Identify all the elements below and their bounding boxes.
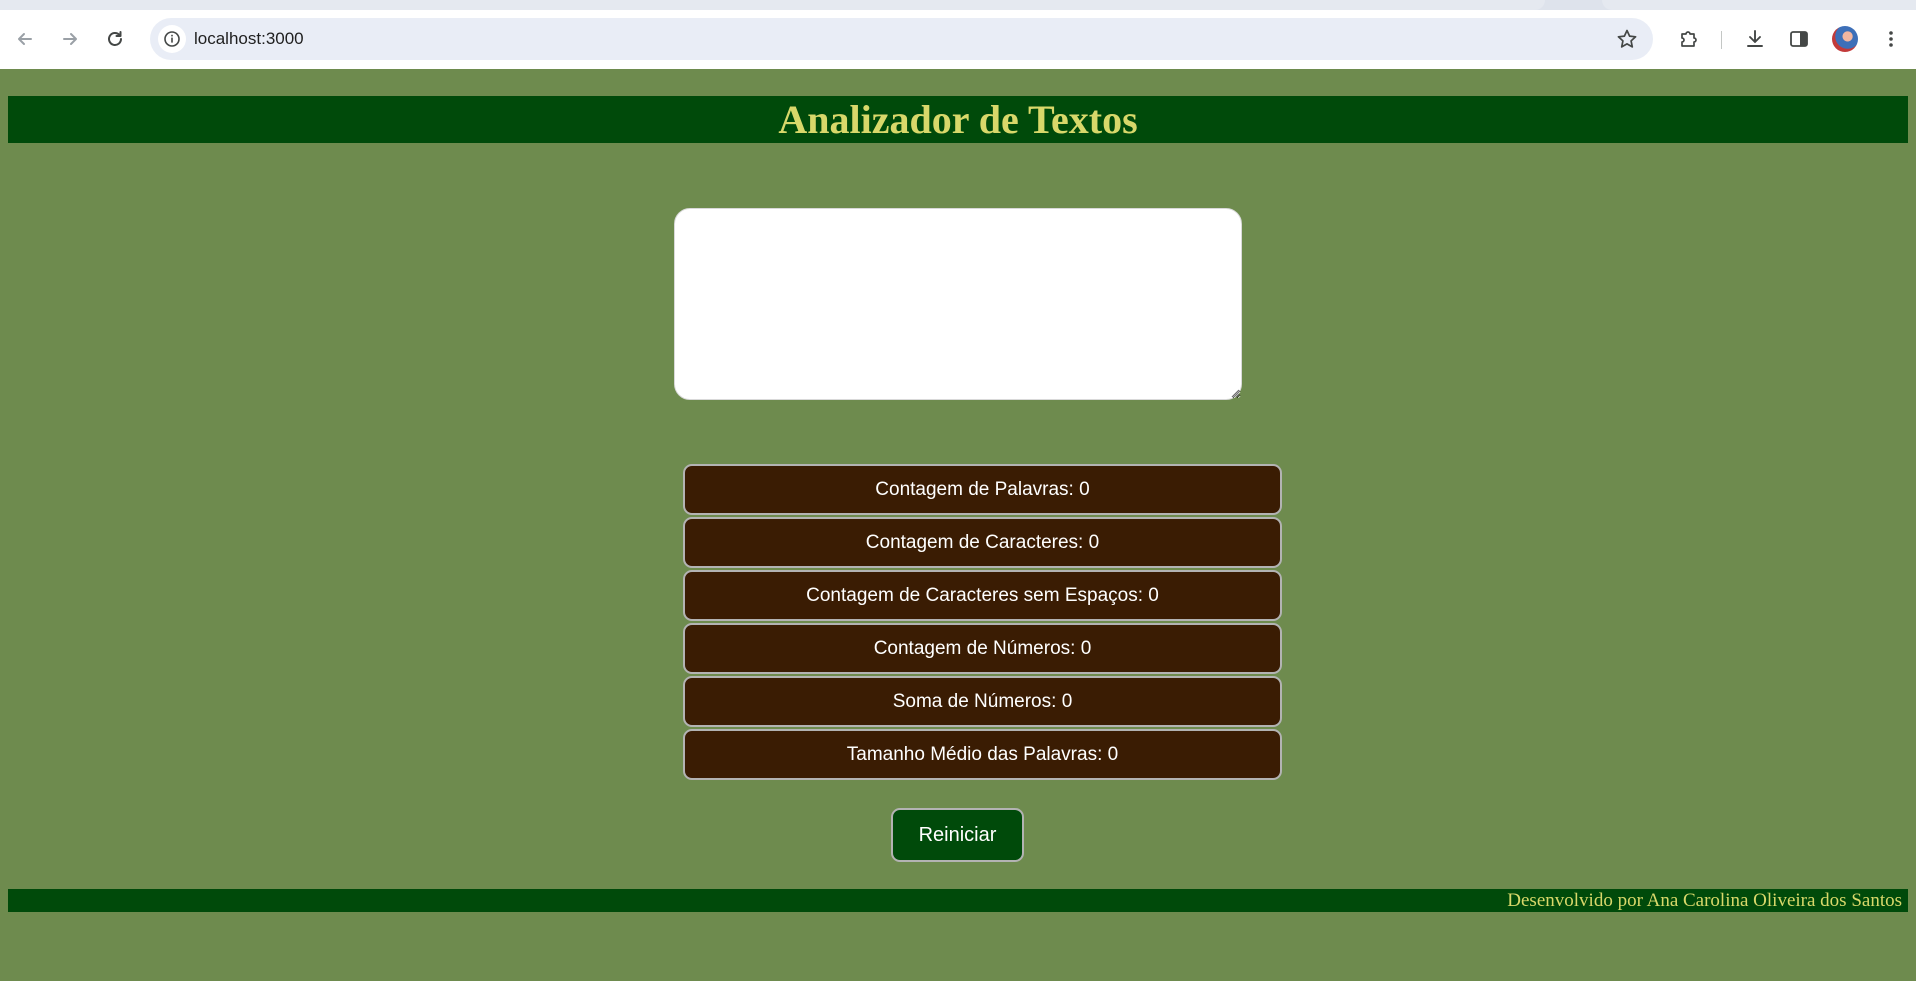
browser-tab[interactable] [0, 0, 1545, 10]
url-text[interactable]: localhost:3000 [194, 29, 304, 49]
downloads-button[interactable] [1740, 24, 1770, 54]
arrow-left-icon [18, 33, 32, 45]
stat-value: 0 [1148, 584, 1159, 606]
reload-icon [108, 31, 122, 46]
browser-toolbar: localhost:3000 [0, 10, 1916, 69]
number-sum-stat: Soma de Números: 0 [683, 676, 1282, 727]
stat-value: 0 [1107, 743, 1119, 765]
stat-label: Contagem de Números: [873, 637, 1076, 659]
arrow-right-icon [63, 33, 77, 45]
forward-button[interactable] [55, 24, 85, 54]
reset-button[interactable]: Reiniciar [891, 808, 1024, 862]
stat-label: Contagem de Palavras: [875, 478, 1074, 500]
side-panel-button[interactable] [1784, 24, 1814, 54]
reload-button[interactable] [100, 24, 130, 54]
stats-list: Contagem de Palavras: 0 Contagem de Cara… [683, 464, 1282, 782]
stat-value: 0 [1080, 637, 1092, 659]
character-count-stat: Contagem de Caracteres: 0 [683, 517, 1282, 568]
stat-value: 0 [1079, 478, 1090, 500]
stat-label: Soma de Números: [892, 690, 1057, 712]
stat-value: 0 [1061, 690, 1073, 712]
stat-value: 0 [1088, 531, 1100, 553]
page-footer: Desenvolvido por Ana Carolina Oliveira d… [8, 889, 1908, 912]
puzzle-icon [1681, 31, 1697, 47]
footer-credit: Desenvolvido por Ana Carolina Oliveira d… [1507, 890, 1902, 911]
text-input[interactable] [674, 208, 1242, 400]
average-word-length-stat: Tamanho Médio das Palavras: 0 [683, 729, 1282, 780]
toolbar-divider [1721, 31, 1722, 49]
back-button[interactable] [10, 24, 40, 54]
download-icon [1747, 30, 1763, 47]
profile-avatar[interactable] [1832, 26, 1858, 52]
menu-button[interactable] [1876, 24, 1906, 54]
browser-tabstrip [0, 0, 1916, 10]
word-count-stat: Contagem de Palavras: 0 [683, 464, 1282, 515]
page-header: Analizador de Textos [8, 96, 1908, 143]
info-icon[interactable] [158, 25, 186, 53]
address-bar[interactable]: localhost:3000 [150, 18, 1653, 60]
page-title: Analizador de Textos [778, 97, 1138, 142]
star-icon[interactable] [1615, 27, 1639, 51]
number-count-stat: Contagem de Números: 0 [683, 623, 1282, 674]
stat-label: Tamanho Médio das Palavras: [846, 743, 1103, 765]
extensions-button[interactable] [1674, 24, 1704, 54]
stat-label: Contagem de Caracteres: [865, 531, 1084, 553]
character-no-spaces-count-stat: Contagem de Caracteres sem Espaços: 0 [683, 570, 1282, 621]
side-panel-icon [1790, 31, 1808, 47]
browser-tab[interactable] [1602, 0, 1916, 10]
stat-label: Contagem de Caracteres sem Espaços: [806, 584, 1144, 606]
kebab-menu-icon [1889, 31, 1893, 47]
